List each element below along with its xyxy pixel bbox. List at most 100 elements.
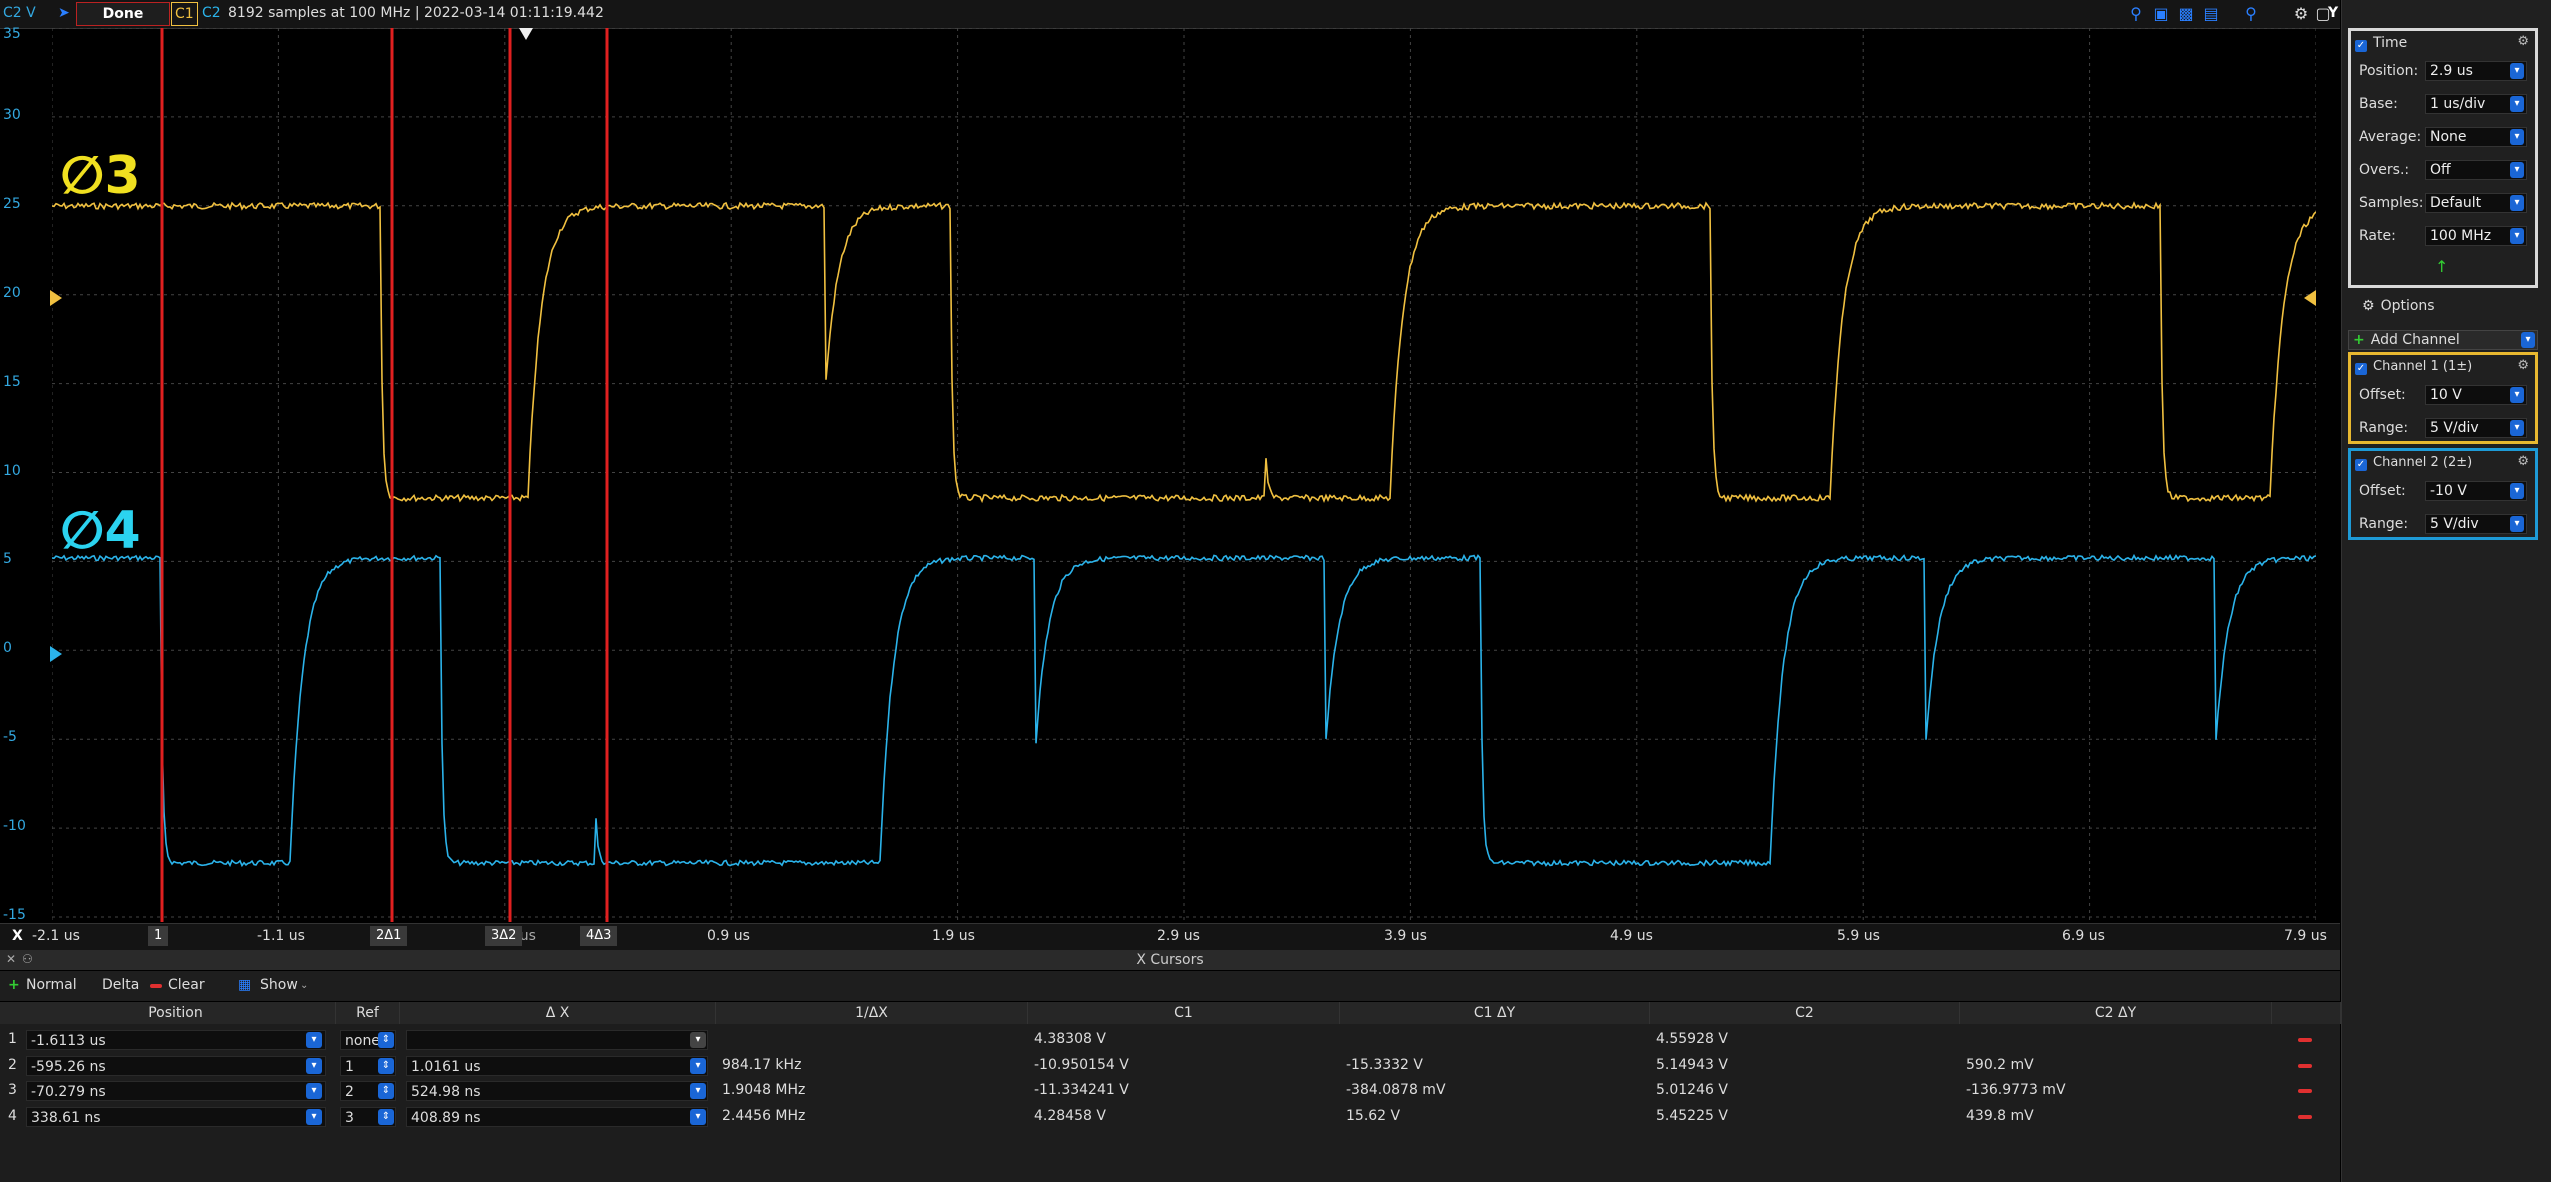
- channel1-range-value: 5 V/div: [2430, 420, 2479, 436]
- ch2-toggle[interactable]: C2: [199, 2, 224, 24]
- ref-stepper-icon[interactable]: ⇕: [378, 1108, 394, 1125]
- zoom-fit-icon[interactable]: ⚲: [2240, 3, 2262, 25]
- column-header[interactable]: C2 ΔY: [1960, 1002, 2272, 1024]
- column-header[interactable]: Δ X: [400, 1002, 716, 1024]
- position-input[interactable]: -1.6113 us: [26, 1030, 326, 1050]
- time-field-select[interactable]: 1 us/div ▾: [2425, 94, 2527, 114]
- run-status-button[interactable]: Done: [76, 2, 170, 26]
- options-gear-icon: ⚙: [2362, 298, 2375, 314]
- c1-value: 4.38308 V: [1034, 1031, 1106, 1047]
- time-field-select[interactable]: 2.9 us ▾: [2425, 61, 2527, 81]
- show-button[interactable]: Show: [260, 977, 298, 993]
- ref-stepper-icon[interactable]: ⇕: [378, 1083, 394, 1099]
- delta-x-dropdown-icon[interactable]: ▾: [690, 1032, 706, 1048]
- add-channel-button[interactable]: + Add Channel ▾: [2348, 330, 2538, 350]
- table-icon[interactable]: ▦: [238, 977, 251, 993]
- column-header[interactable]: 1/ΔX: [716, 1002, 1028, 1024]
- time-settings-gear-icon[interactable]: ⚙: [2517, 34, 2529, 49]
- y-tick-label: 10: [3, 462, 21, 479]
- y-tick-label: 20: [3, 284, 21, 301]
- channel2-checkbox[interactable]: ✓: [2355, 459, 2367, 471]
- options-button[interactable]: ⚙ Options: [2362, 298, 2435, 314]
- remove-cursor-icon[interactable]: [2298, 1038, 2312, 1042]
- gear-icon[interactable]: ⚙: [2290, 3, 2312, 25]
- time-field-select[interactable]: Default ▾: [2425, 193, 2527, 213]
- position-dropdown-icon[interactable]: ▾: [306, 1083, 322, 1099]
- row-number: 3: [8, 1082, 17, 1098]
- chevron-down-icon[interactable]: ⌄: [300, 980, 308, 991]
- position-dropdown-icon[interactable]: ▾: [306, 1032, 322, 1048]
- normal-button[interactable]: Normal: [26, 977, 77, 993]
- delta-x-dropdown-icon[interactable]: ▾: [690, 1057, 706, 1074]
- time-field-label: Overs.:: [2359, 162, 2410, 178]
- zoom-x-icon[interactable]: ▩: [2175, 3, 2197, 25]
- c1-value: -10.950154 V: [1034, 1056, 1129, 1073]
- scope-plot-area[interactable]: ∅3 ∅4: [52, 28, 2316, 922]
- delta-x-input[interactable]: [406, 1030, 708, 1050]
- delta-x-input[interactable]: 408.89 ns: [406, 1106, 708, 1127]
- position-input[interactable]: 338.61 ns: [26, 1106, 326, 1127]
- c2-delta-y: -136.9773 mV: [1966, 1082, 2066, 1098]
- ch1-toggle[interactable]: C1: [171, 2, 198, 26]
- add-icon[interactable]: +: [8, 977, 20, 993]
- chevron-down-icon: ▾: [2510, 228, 2524, 244]
- panel-close-icon[interactable]: ✕: [6, 952, 16, 966]
- channel2-offset-select[interactable]: -10 V ▾: [2425, 481, 2527, 501]
- ch1-offset-marker[interactable]: [50, 290, 62, 306]
- position-input[interactable]: -595.26 ns: [26, 1055, 326, 1076]
- cursor-flag-1[interactable]: 1: [148, 926, 169, 946]
- zoom-rect-icon[interactable]: ▣: [2150, 3, 2172, 25]
- position-input[interactable]: -70.279 ns: [26, 1081, 326, 1101]
- ref-stepper-icon[interactable]: ⇕: [378, 1057, 394, 1074]
- clear-icon[interactable]: [150, 984, 162, 988]
- remove-cursor-icon[interactable]: [2298, 1114, 2312, 1119]
- position-dropdown-icon[interactable]: ▾: [306, 1108, 322, 1125]
- time-field-select[interactable]: Off ▾: [2425, 160, 2527, 180]
- cursor-flag-2[interactable]: 2Δ1: [370, 926, 408, 946]
- ch1-right-marker[interactable]: [2304, 290, 2316, 306]
- delta-x-dropdown-icon[interactable]: ▾: [690, 1083, 706, 1099]
- run-arrow-icon[interactable]: ➤: [58, 4, 70, 22]
- delta-button[interactable]: Delta: [102, 977, 139, 993]
- column-header[interactable]: C1 ΔY: [1340, 1002, 1650, 1024]
- ref-stepper-icon[interactable]: ⇕: [378, 1032, 394, 1048]
- delta-x-input[interactable]: 524.98 ns: [406, 1081, 708, 1101]
- channel1-checkbox[interactable]: ✓: [2355, 363, 2367, 375]
- channel2-range-value: 5 V/div: [2430, 516, 2479, 532]
- zoom-y-icon[interactable]: ▤: [2200, 3, 2222, 25]
- channel2-range-select[interactable]: 5 V/div ▾: [2425, 514, 2527, 534]
- column-header[interactable]: C1: [1028, 1002, 1340, 1024]
- add-channel-dropdown-icon[interactable]: ▾: [2521, 332, 2535, 348]
- channel1-range-select[interactable]: 5 V/div ▾: [2425, 418, 2527, 438]
- row-number: 4: [8, 1107, 17, 1124]
- time-checkbox[interactable]: ✓: [2355, 40, 2367, 52]
- channel2-header[interactable]: ✓ Channel 2 (2±): [2355, 455, 2472, 471]
- position-dropdown-icon[interactable]: ▾: [306, 1057, 322, 1074]
- ch2-offset-marker[interactable]: [50, 646, 62, 662]
- channel1-header[interactable]: ✓ Channel 1 (1±): [2355, 359, 2472, 375]
- time-field-select[interactable]: None ▾: [2425, 127, 2527, 147]
- time-group-header[interactable]: ✓ Time: [2355, 35, 2407, 52]
- delta-x-dropdown-icon[interactable]: ▾: [690, 1108, 706, 1125]
- remove-cursor-icon[interactable]: [2298, 1063, 2312, 1068]
- cursor-flag-3[interactable]: 3Δ2: [485, 926, 523, 946]
- c1-delta-y: -384.0878 mV: [1346, 1082, 1446, 1098]
- channel1-title: Channel 1 (1±): [2373, 359, 2473, 374]
- channel1-gear-icon[interactable]: ⚙: [2517, 358, 2529, 373]
- x-tick-label: 2.9 us: [1157, 928, 1200, 944]
- time-field-select[interactable]: 100 MHz ▾: [2425, 226, 2527, 246]
- column-header[interactable]: Position: [16, 1002, 336, 1024]
- cursor-table: Position Ref Δ X 1/ΔX C1 C1 ΔY C2 C2 ΔY 1 -1.611…: [0, 1002, 2341, 1182]
- cursor-flag-4[interactable]: 4Δ3: [580, 926, 618, 946]
- panel-float-icon[interactable]: ⚇: [22, 952, 33, 966]
- zoom-in-icon[interactable]: ⚲: [2125, 3, 2147, 25]
- chevron-down-icon: ▾: [2510, 96, 2524, 112]
- clear-button[interactable]: Clear: [168, 977, 205, 993]
- channel1-offset-select[interactable]: 10 V ▾: [2425, 385, 2527, 405]
- column-header[interactable]: C2: [1650, 1002, 1960, 1024]
- channel2-gear-icon[interactable]: ⚙: [2517, 454, 2529, 469]
- column-header[interactable]: Ref: [336, 1002, 400, 1024]
- trigger-marker[interactable]: [519, 28, 533, 40]
- remove-cursor-icon[interactable]: [2298, 1089, 2312, 1093]
- delta-x-input[interactable]: 1.0161 us: [406, 1055, 708, 1076]
